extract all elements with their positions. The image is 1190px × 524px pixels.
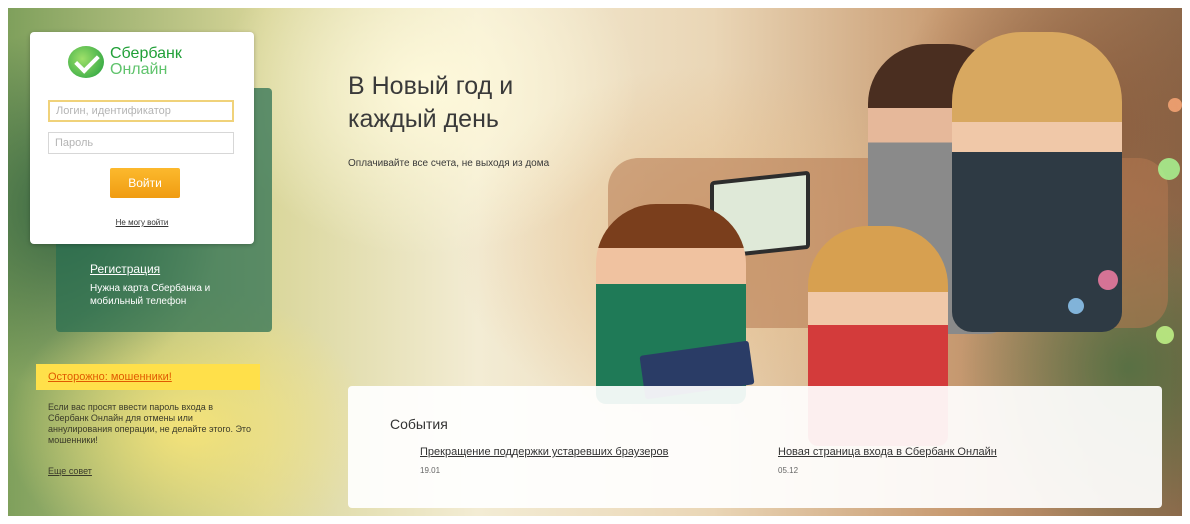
login-button[interactable]: Войти <box>110 168 180 198</box>
light-bokeh <box>1068 298 1084 314</box>
event-item[interactable]: Новая страница входа в Сбербанк Онлайн 0… <box>778 446 997 475</box>
hero-title: В Новый год и каждый день <box>348 70 668 136</box>
event-date: 05.12 <box>778 466 799 475</box>
events-panel: События Прекращение поддержки устаревших… <box>348 386 1162 508</box>
registration-link[interactable]: Регистрация <box>90 262 260 276</box>
event-date: 19.01 <box>420 466 441 475</box>
logo-text-line1: Сбербанк <box>110 45 182 62</box>
fraud-warning-title[interactable]: Осторожно: мошенники! <box>36 364 260 390</box>
hero-title-line2: каждый день <box>348 105 499 133</box>
light-bokeh <box>1168 98 1182 112</box>
event-item[interactable]: Прекращение поддержки устаревших браузер… <box>420 446 668 475</box>
more-advice-link[interactable]: Еще совет <box>48 466 92 476</box>
login-card: Сбербанк Онлайн Войти Не могу войти <box>30 32 254 244</box>
registration-note: Нужна карта Сбербанка и мобильный телефо… <box>90 283 211 307</box>
hero-title-line1: В Новый год и <box>348 72 514 100</box>
light-bokeh <box>1156 326 1174 344</box>
password-input[interactable] <box>48 132 234 154</box>
event-title[interactable]: Новая страница входа в Сбербанк Онлайн <box>778 446 997 458</box>
background-photo: Сбербанк Онлайн Войти Не могу войти Реги… <box>8 8 1182 516</box>
event-title[interactable]: Прекращение поддержки устаревших браузер… <box>420 446 668 458</box>
logo-text-line2: Онлайн <box>110 61 168 78</box>
light-bokeh <box>1098 270 1118 290</box>
hero-subtitle: Оплачивайте все счета, не выходя из дома <box>348 158 550 169</box>
sberbank-logo-icon <box>68 46 104 78</box>
light-bokeh <box>1158 158 1180 180</box>
fraud-warning-text: Если вас просят ввести пароль входа в Сб… <box>48 402 251 445</box>
events-title: События <box>390 416 448 432</box>
sberbank-logo: Сбербанк Онлайн <box>68 46 182 78</box>
login-input[interactable] <box>48 100 234 122</box>
woman-figure <box>952 32 1122 332</box>
cant-login-link[interactable]: Не могу войти <box>30 218 254 227</box>
